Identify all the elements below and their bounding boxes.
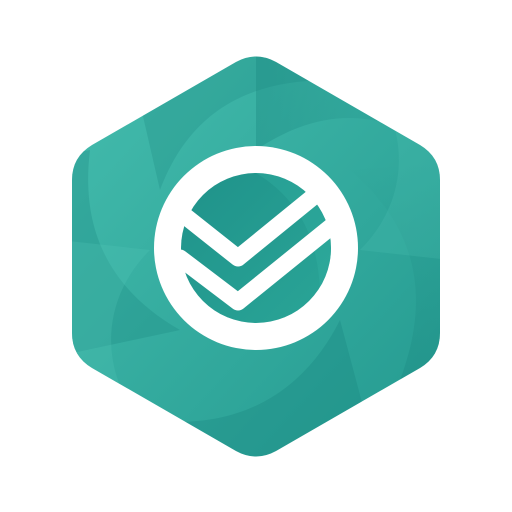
app-icon [0,0,512,512]
hexagon-logo-icon [72,56,440,457]
